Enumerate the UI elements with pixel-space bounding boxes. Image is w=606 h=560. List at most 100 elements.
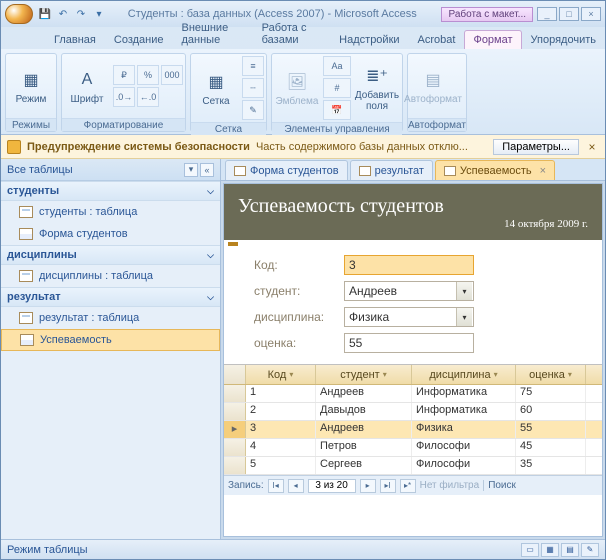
contextual-tab-label[interactable]: Работа с макет...	[441, 7, 533, 22]
view-form-icon[interactable]: ▭	[521, 543, 539, 557]
cell-discipline[interactable]: Физика	[412, 421, 516, 438]
undo-icon[interactable]: ↶	[55, 6, 71, 22]
table-row[interactable]: 2ДавыдовИнформатика60	[224, 403, 602, 421]
cell-kod[interactable]: 3	[246, 421, 316, 438]
nav-group-header[interactable]: результат⌵	[1, 287, 220, 307]
tab-arrange[interactable]: Упорядочить	[522, 30, 605, 49]
table-row[interactable]: 4ПетровФилософи45	[224, 439, 602, 457]
field-grade[interactable]: 55	[344, 333, 474, 353]
line-color-icon[interactable]: ✎	[242, 100, 264, 120]
view-layout-icon[interactable]: ▤	[561, 543, 579, 557]
field-kod[interactable]: 3	[344, 255, 474, 275]
document-tab[interactable]: Форма студентов	[225, 160, 348, 180]
security-close-icon[interactable]: ×	[585, 140, 599, 154]
prev-record-button[interactable]: ◂	[288, 479, 304, 493]
close-button[interactable]: ×	[581, 7, 601, 21]
table-row[interactable]: ▸3АндреевФизика55	[224, 421, 602, 439]
cell-grade[interactable]: 60	[516, 403, 586, 420]
redo-icon[interactable]: ↷	[73, 6, 89, 22]
cell-discipline[interactable]: Философи	[412, 457, 516, 474]
datetime-icon[interactable]: 📅	[323, 100, 351, 120]
cell-kod[interactable]: 1	[246, 385, 316, 402]
comma-icon[interactable]: 000	[161, 65, 183, 85]
field-student[interactable]: Андреев▾	[344, 281, 474, 301]
tab-dbtools[interactable]: Работа с базами	[253, 18, 331, 49]
next-record-button[interactable]: ▸	[360, 479, 376, 493]
cell-discipline[interactable]: Информатика	[412, 403, 516, 420]
view-datasheet-icon[interactable]: ▦	[541, 543, 559, 557]
row-selector[interactable]	[224, 439, 246, 456]
first-record-button[interactable]: I◂	[268, 479, 284, 493]
last-record-button[interactable]: ▸I	[380, 479, 396, 493]
row-selector[interactable]	[224, 403, 246, 420]
currency-icon[interactable]: ₽	[113, 65, 135, 85]
cell-grade[interactable]: 75	[516, 385, 586, 402]
cell-discipline[interactable]: Философи	[412, 439, 516, 456]
chevron-down-icon[interactable]: ▾	[383, 370, 387, 379]
col-kod[interactable]: Код▾	[246, 365, 316, 384]
minimize-button[interactable]: _	[537, 7, 557, 21]
autoformat-button[interactable]: ▤ Автоформат	[410, 56, 456, 116]
new-record-button[interactable]: ▸*	[400, 479, 416, 493]
nav-item[interactable]: дисциплины : таблица	[1, 265, 220, 287]
save-icon[interactable]: 💾	[37, 6, 53, 22]
emblem-button[interactable]: 🖼 Эмблема	[274, 58, 320, 118]
cell-grade[interactable]: 55	[516, 421, 586, 438]
nav-header[interactable]: Все таблицы ▾ «	[1, 159, 220, 181]
cell-grade[interactable]: 35	[516, 457, 586, 474]
document-tab[interactable]: Успеваемость×	[435, 160, 555, 180]
tab-addins[interactable]: Надстройки	[330, 30, 408, 49]
row-selector[interactable]	[224, 385, 246, 402]
nav-item[interactable]: студенты : таблица	[1, 201, 220, 223]
col-grade[interactable]: оценка▾	[516, 365, 586, 384]
decimal-dec-icon[interactable]: ←.0	[137, 87, 159, 107]
row-selector[interactable]	[224, 457, 246, 474]
cell-student[interactable]: Андреев	[316, 385, 412, 402]
chevron-down-icon[interactable]: ▾	[494, 370, 498, 379]
chevron-down-icon[interactable]: ▾	[456, 308, 472, 326]
cell-grade[interactable]: 45	[516, 439, 586, 456]
record-position-input[interactable]	[308, 479, 356, 493]
grid-button[interactable]: ▦ Сетка	[193, 58, 239, 118]
office-button[interactable]	[5, 4, 33, 24]
chevron-down-icon[interactable]: ▾	[456, 282, 472, 300]
table-row[interactable]: 5СергеевФилософи35	[224, 457, 602, 475]
view-design-icon[interactable]: ✎	[581, 543, 599, 557]
qat-menu-icon[interactable]: ▾	[91, 6, 107, 22]
cell-student[interactable]: Сергеев	[316, 457, 412, 474]
tab-acrobat[interactable]: Acrobat	[409, 30, 465, 49]
row-selector[interactable]: ▸	[224, 421, 246, 438]
add-fields-button[interactable]: ≣⁺ Добавить поля	[354, 58, 400, 118]
field-discipline[interactable]: Физика▾	[344, 307, 474, 327]
document-tab[interactable]: результат	[350, 160, 433, 180]
nav-dropdown-icon[interactable]: ▾	[184, 163, 198, 177]
nav-item[interactable]: результат : таблица	[1, 307, 220, 329]
cell-student[interactable]: Андреев	[316, 421, 412, 438]
cell-kod[interactable]: 2	[246, 403, 316, 420]
row-selector-header[interactable]	[224, 365, 246, 384]
view-button[interactable]: ▦ Режим	[8, 56, 54, 116]
cell-kod[interactable]: 5	[246, 457, 316, 474]
nav-group-header[interactable]: студенты⌵	[1, 181, 220, 201]
title-icon[interactable]: Aa	[323, 56, 351, 76]
cell-student[interactable]: Петров	[316, 439, 412, 456]
tab-home[interactable]: Главная	[45, 30, 105, 49]
tab-external[interactable]: Внешние данные	[173, 18, 253, 49]
col-discipline[interactable]: дисциплина▾	[412, 365, 516, 384]
table-row[interactable]: 1АндреевИнформатика75	[224, 385, 602, 403]
close-icon[interactable]: ×	[540, 165, 546, 177]
nav-group-header[interactable]: дисциплины⌵	[1, 245, 220, 265]
line-style-icon[interactable]: ┄	[242, 78, 264, 98]
cell-kod[interactable]: 4	[246, 439, 316, 456]
search-label[interactable]: Поиск	[483, 480, 516, 491]
security-options-button[interactable]: Параметры...	[493, 139, 579, 155]
col-student[interactable]: студент▾	[316, 365, 412, 384]
pagenum-icon[interactable]: #	[323, 78, 351, 98]
nav-item[interactable]: Форма студентов	[1, 223, 220, 245]
nav-collapse-icon[interactable]: «	[200, 163, 214, 177]
tab-format[interactable]: Формат	[464, 30, 521, 49]
line-width-icon[interactable]: ≡	[242, 56, 264, 76]
percent-icon[interactable]: %	[137, 65, 159, 85]
tab-create[interactable]: Создание	[105, 30, 173, 49]
nav-item[interactable]: Успеваемость	[1, 329, 220, 351]
